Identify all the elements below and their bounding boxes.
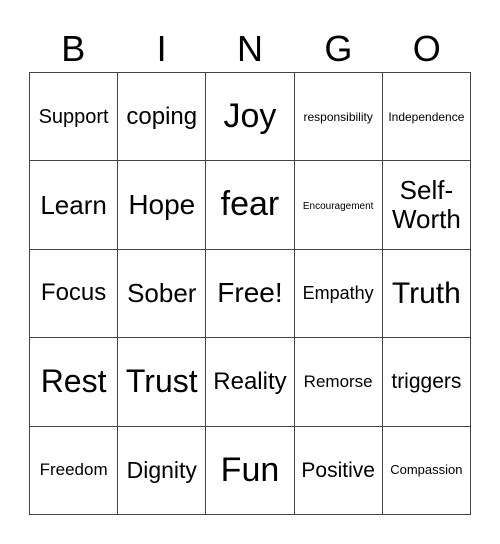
cell-label: Joy [223, 97, 277, 135]
cell-label: triggers [391, 370, 462, 394]
cell-label: Remorse [303, 371, 373, 391]
cell-label: Compassion [390, 462, 463, 478]
bingo-cell[interactable]: Empathy [293, 248, 383, 339]
bingo-cell[interactable]: Fun [205, 425, 295, 515]
grid-row: Rest Trust Reality Remorse triggers [28, 337, 472, 427]
header-letter-o: O [412, 28, 441, 69]
bingo-cell[interactable]: Reality [205, 337, 295, 427]
bingo-cell[interactable]: triggers [381, 337, 472, 427]
bingo-header: B I N G O [29, 26, 471, 72]
bingo-cell[interactable]: Independence [381, 71, 472, 162]
bingo-cell[interactable]: Dignity [117, 425, 207, 515]
cell-label: Free! [217, 277, 283, 309]
grid-row: Learn Hope fear Encouragement Self-Worth [28, 160, 472, 250]
header-letter-n: N [236, 28, 263, 69]
cell-label: Fun [220, 450, 280, 489]
bingo-cell[interactable]: Encouragement [293, 160, 383, 250]
cell-label: Self-Worth [391, 175, 461, 235]
bingo-cell[interactable]: Truth [381, 248, 472, 339]
cell-label: responsibility [303, 109, 373, 124]
bingo-cell[interactable]: Support [28, 71, 119, 162]
bingo-cell[interactable]: Learn [28, 160, 119, 250]
cell-label: Dignity [126, 456, 197, 483]
cell-label: Independence [388, 109, 465, 124]
cell-label: Positive [301, 458, 375, 482]
cell-label: Empathy [302, 282, 374, 303]
cell-label: Truth [391, 276, 461, 310]
grid-row: Freedom Dignity Fun Positive Compassion [28, 425, 472, 515]
bingo-cell[interactable]: Trust [117, 337, 207, 427]
bingo-cell[interactable]: fear [205, 160, 295, 250]
header-letter-i: I [156, 28, 167, 69]
cell-label: Hope [128, 188, 196, 220]
grid-row: Focus Sober Free! Empathy Truth [28, 248, 472, 339]
cell-label: Sober [127, 278, 197, 309]
bingo-cell[interactable]: Positive [293, 425, 383, 515]
header-letter-b: B [61, 28, 86, 69]
grid-row: Support coping Joy responsibility Independen… [28, 71, 472, 162]
bingo-cell[interactable]: Focus [28, 248, 119, 339]
bingo-cell[interactable]: Joy [205, 71, 295, 162]
cell-label: fear [220, 185, 280, 224]
cell-label: Support [38, 105, 109, 128]
bingo-cell[interactable]: Rest [28, 337, 119, 427]
cell-label: Focus [40, 279, 107, 307]
bingo-cell[interactable]: Compassion [381, 425, 472, 515]
bingo-cell[interactable]: responsibility [293, 71, 383, 162]
bingo-cell[interactable]: Freedom [28, 425, 119, 515]
bingo-cell[interactable]: Free! [205, 248, 295, 339]
cell-label: coping [126, 102, 198, 130]
bingo-cell[interactable]: Sober [117, 248, 207, 339]
bingo-cell[interactable]: coping [117, 71, 207, 162]
cell-label: Trust [125, 363, 198, 400]
cell-label: Reality [213, 367, 287, 395]
cell-label: Rest [40, 363, 107, 400]
header-letter-g: G [324, 28, 353, 69]
bingo-cell[interactable]: Self-Worth [381, 160, 472, 250]
cell-label: Learn [40, 189, 107, 220]
cell-label: Encouragement [302, 201, 374, 213]
bingo-cell[interactable]: Remorse [293, 337, 383, 427]
bingo-grid: Support coping Joy responsibility Independen… [28, 71, 472, 515]
cell-label: Freedom [39, 459, 108, 479]
bingo-cell[interactable]: Hope [117, 160, 207, 250]
